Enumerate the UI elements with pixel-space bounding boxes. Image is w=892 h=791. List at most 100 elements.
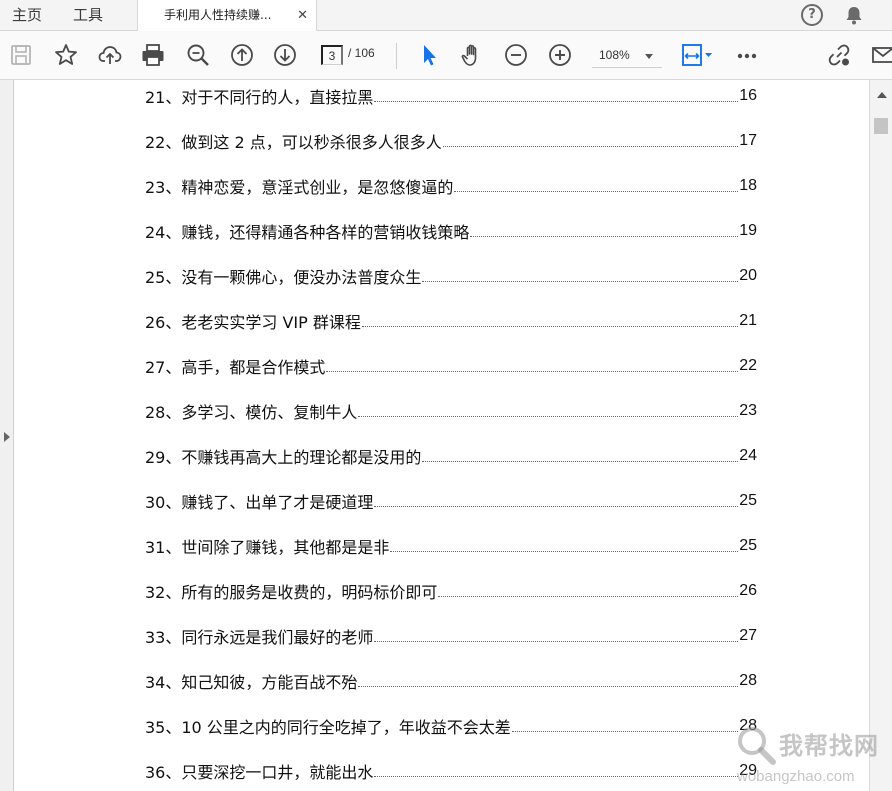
toc-entry[interactable]: 23、精神恋爱，意淫式创业，是忽悠傻逼的 18 [145, 163, 757, 208]
toc-dot-leader [511, 731, 739, 732]
toc-entry[interactable]: 27、高手，都是合作模式 22 [145, 343, 757, 388]
toc-entry-title: 25、没有一颗佛心，便没办法普度众生 [145, 267, 422, 287]
tab-tools[interactable]: 工具 [73, 0, 103, 31]
toc-entry-title: 35、10 公里之内的同行全吃掉了，年收益不会太差 [145, 717, 511, 737]
zoom-out-icon[interactable] [503, 42, 529, 68]
toc-entry-page: 17 [739, 131, 757, 149]
toc-entry[interactable]: 36、只要深挖一口井，就能出水 29 [145, 748, 757, 791]
toc-dot-leader [358, 416, 739, 417]
toc-entry-page: 24 [739, 446, 757, 464]
toc-entry-page: 18 [739, 176, 757, 194]
close-tab-icon[interactable]: ✕ [297, 0, 308, 31]
next-page-icon[interactable] [272, 42, 298, 68]
tab-bar: 主页 工具 手利用人性持续赚... ✕ ? [0, 0, 892, 32]
toc-entry[interactable]: 30、赚钱了、出单了才是硬道理 25 [145, 478, 757, 523]
toc-entry-title: 34、知己知彼，方能百战不殆 [145, 672, 358, 692]
document-tab-label: 手利用人性持续赚... [164, 8, 272, 22]
document-page: 21、对于不同行的人，直接拉黑 16 22、做到这 2 点，可以秒杀很多人很多人 17… [15, 80, 869, 791]
upload-cloud-icon[interactable] [97, 42, 123, 68]
toc-dot-leader [422, 281, 739, 282]
toc-entry-page: 26 [739, 581, 757, 599]
toc-entry-page: 25 [739, 491, 757, 509]
toc-dot-leader [361, 326, 739, 327]
table-of-contents: 21、对于不同行的人，直接拉黑 16 22、做到这 2 点，可以秒杀很多人很多人 17… [145, 80, 757, 791]
toc-entry[interactable]: 22、做到这 2 点，可以秒杀很多人很多人 17 [145, 118, 757, 163]
watermark-title: 我帮找网 [779, 732, 879, 760]
toc-entry[interactable]: 28、多学习、模仿、复制牛人 23 [145, 388, 757, 433]
chevron-down-icon [645, 54, 653, 59]
toc-entry-page: 16 [739, 86, 757, 104]
toc-dot-leader [470, 236, 739, 237]
vertical-scrollbar[interactable] [869, 80, 892, 791]
toc-entry-title: 33、同行永远是我们最好的老师 [145, 627, 374, 647]
more-icon[interactable] [734, 42, 760, 68]
toc-entry-title: 30、赚钱了、出单了才是硬道理 [145, 492, 374, 512]
page-total: / 106 [348, 46, 375, 60]
page-number-input[interactable] [321, 45, 343, 65]
toc-entry-page: 19 [739, 221, 757, 239]
watermark-magnifier-icon [738, 727, 776, 765]
fit-page-icon[interactable] [680, 42, 716, 68]
toc-entry-page: 28 [739, 671, 757, 689]
toc-entry-title: 31、世间除了赚钱，其他都是是非 [145, 537, 390, 557]
toc-dot-leader [374, 776, 739, 777]
toc-entry-page: 21 [739, 311, 757, 329]
toc-entry-page: 20 [739, 266, 757, 284]
navigation-panel-toggle[interactable] [0, 80, 14, 791]
toc-entry[interactable]: 32、所有的服务是收费的，明码标价即可 26 [145, 568, 757, 613]
toc-entry-page: 22 [739, 356, 757, 374]
zoom-level-value: 108% [599, 48, 630, 62]
bookmark-star-icon[interactable] [53, 42, 79, 68]
toc-dot-leader [374, 641, 739, 642]
save-icon[interactable] [8, 42, 34, 68]
toc-entry[interactable]: 24、赚钱，还得精通各种各样的营销收钱策略 19 [145, 208, 757, 253]
tab-home[interactable]: 主页 [12, 0, 42, 31]
toc-entry-title: 23、精神恋爱，意淫式创业，是忽悠傻逼的 [145, 177, 454, 197]
toc-entry-title: 29、不赚钱再高大上的理论都是没用的 [145, 447, 422, 467]
expand-panel-icon [4, 432, 10, 442]
toc-dot-leader [358, 686, 739, 687]
hand-icon[interactable] [459, 42, 485, 68]
toc-entry[interactable]: 31、世间除了赚钱，其他都是是非 25 [145, 523, 757, 568]
print-icon[interactable] [140, 42, 166, 68]
help-icon[interactable]: ? [801, 4, 823, 26]
zoom-level-select[interactable]: 108% [592, 44, 662, 68]
toc-entry-title: 26、老老实实学习 VIP 群课程 [145, 312, 361, 332]
toc-entry[interactable]: 33、同行永远是我们最好的老师 27 [145, 613, 757, 658]
toc-entry-title: 32、所有的服务是收费的，明码标价即可 [145, 582, 438, 602]
toc-entry-page: 23 [739, 401, 757, 419]
toolbar-divider [396, 43, 397, 69]
toc-dot-leader [438, 596, 739, 597]
toc-entry[interactable]: 26、老老实实学习 VIP 群课程 21 [145, 298, 757, 343]
tab-document[interactable]: 手利用人性持续赚... ✕ [137, 0, 317, 32]
toc-entry[interactable]: 21、对于不同行的人，直接拉黑 16 [145, 80, 757, 118]
toc-dot-leader [374, 506, 739, 507]
link-share-icon[interactable] [826, 42, 852, 68]
toc-entry-title: 22、做到这 2 点，可以秒杀很多人很多人 [145, 132, 442, 152]
zoom-in-icon[interactable] [547, 42, 573, 68]
toc-dot-leader [454, 191, 739, 192]
toolbar: / 106 108% [0, 31, 892, 80]
toc-entry[interactable]: 29、不赚钱再高大上的理论都是没用的 24 [145, 433, 757, 478]
scrollbar-thumb[interactable] [874, 118, 888, 134]
toc-entry[interactable]: 35、10 公里之内的同行全吃掉了，年收益不会太差 28 [145, 703, 757, 748]
scroll-up-arrow-icon[interactable] [877, 92, 887, 98]
toc-entry-title: 27、高手，都是合作模式 [145, 357, 326, 377]
toc-dot-leader [422, 461, 739, 462]
toc-entry[interactable]: 25、没有一颗佛心，便没办法普度众生 20 [145, 253, 757, 298]
toc-dot-leader [442, 146, 739, 147]
toc-dot-leader [374, 101, 739, 102]
previous-page-icon[interactable] [229, 42, 255, 68]
toc-entry-title: 24、赚钱，还得精通各种各样的营销收钱策略 [145, 222, 470, 242]
watermark: 我帮找网 wobangzhao.com [735, 722, 892, 791]
toc-entry-title: 21、对于不同行的人，直接拉黑 [145, 87, 374, 107]
select-pointer-icon[interactable] [416, 42, 442, 68]
toc-entry-title: 36、只要深挖一口井，就能出水 [145, 762, 374, 782]
toc-entry[interactable]: 34、知己知彼，方能百战不殆 28 [145, 658, 757, 703]
notification-bell-icon[interactable] [843, 4, 865, 26]
zoom-search-icon[interactable] [185, 42, 211, 68]
mail-icon[interactable] [870, 42, 892, 68]
toc-dot-leader [326, 371, 739, 372]
toc-entry-page: 25 [739, 536, 757, 554]
toc-dot-leader [390, 551, 739, 552]
